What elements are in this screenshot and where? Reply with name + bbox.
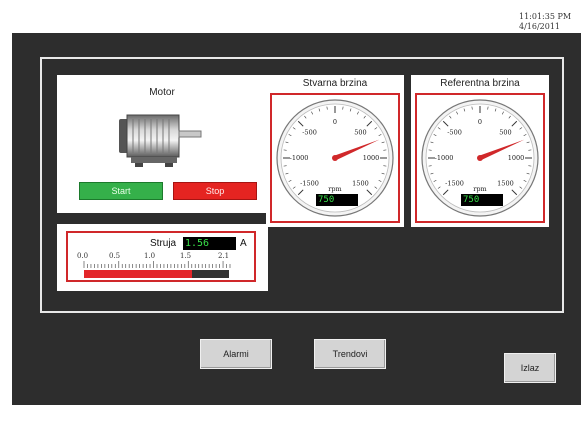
current-label: Struja xyxy=(150,238,177,249)
clock-time: 11:01:35 PM xyxy=(519,12,572,21)
gauge-hub xyxy=(332,155,338,161)
clock-date: 4/16/2011 xyxy=(519,22,561,31)
scale-label-0: 0.0 xyxy=(77,252,89,260)
gauge-unit: rpm xyxy=(328,185,341,193)
current-scale-ticks xyxy=(83,261,231,268)
gauge-tick-label: 500 xyxy=(499,129,511,137)
gauge-tick-label: -1000 xyxy=(435,154,454,162)
scale-label-2: 1.0 xyxy=(144,252,156,260)
gauge-reference-speed: Referentna brzina -1500 -1000 -500 0 500 1000… xyxy=(411,75,549,227)
gauge-actual-title: Stvarna brzina xyxy=(302,78,368,89)
scale-label-1: 0.5 xyxy=(109,252,121,260)
motor-icon xyxy=(119,114,202,167)
gauge-tick-label: -1000 xyxy=(290,154,309,162)
gauge-hub xyxy=(477,155,483,161)
gauge-reference-readout: 750 xyxy=(461,194,503,206)
motor-panel: Motor Start Stop xyxy=(57,75,267,213)
gauge-tick-label: 0 xyxy=(333,118,337,126)
gauge-tick-label: -1500 xyxy=(300,179,319,187)
current-meter: Struja 1.56 A 0.0 0.5 1.0 1.5 2.1 xyxy=(66,231,256,282)
gauge-tick-label: 0 xyxy=(478,118,482,126)
scale-label-3: 1.5 xyxy=(180,252,192,260)
current-bar-fill xyxy=(84,270,192,278)
scale-label-4: 2.1 xyxy=(218,252,230,260)
current-bar xyxy=(84,270,229,278)
gauge-tick-label: 1000 xyxy=(363,154,380,162)
gauge-tick-label: -500 xyxy=(447,129,462,137)
gauge-actual-readout: 750 xyxy=(316,194,358,206)
gauge-reference-frame: -1500 -1000 -500 0 500 1000 1500 rpm 750 xyxy=(415,93,545,223)
current-panel: Struja 1.56 A 0.0 0.5 1.0 1.5 2.1 xyxy=(57,224,268,291)
hmi-screen: Motor Start Stop Struja 1.56 A 0.0 0.5 1… xyxy=(12,33,581,405)
gauge-tick-label: 1500 xyxy=(497,179,514,187)
gauge-actual-frame: -1500 -1000 -500 0 500 1000 1500 rpm 750 xyxy=(270,93,400,223)
gauge-tick-label: -1500 xyxy=(445,179,464,187)
gauge-unit: rpm xyxy=(473,185,486,193)
gauge-tick-label: 500 xyxy=(354,129,366,137)
clock: 11:01:35 PM 4/16/2011 xyxy=(519,12,579,32)
gauge-tick-label: 1000 xyxy=(508,154,525,162)
exit-button[interactable]: Izlaz xyxy=(504,353,556,383)
start-button[interactable]: Start xyxy=(79,182,163,200)
gauge-tick-label: -500 xyxy=(302,129,317,137)
current-unit: A xyxy=(240,238,247,249)
stop-button[interactable]: Stop xyxy=(173,182,257,200)
alarms-button[interactable]: Alarmi xyxy=(200,339,272,369)
gauge-reference-title: Referentna brzina xyxy=(440,78,520,89)
motor-title: Motor xyxy=(149,87,175,98)
current-value-display: 1.56 xyxy=(183,237,236,250)
gauge-tick-label: 1500 xyxy=(352,179,369,187)
gauge-actual-speed: Stvarna brzina -1500 -1000 -500 0 500 1000 150… xyxy=(266,75,404,227)
trends-button[interactable]: Trendovi xyxy=(314,339,386,369)
